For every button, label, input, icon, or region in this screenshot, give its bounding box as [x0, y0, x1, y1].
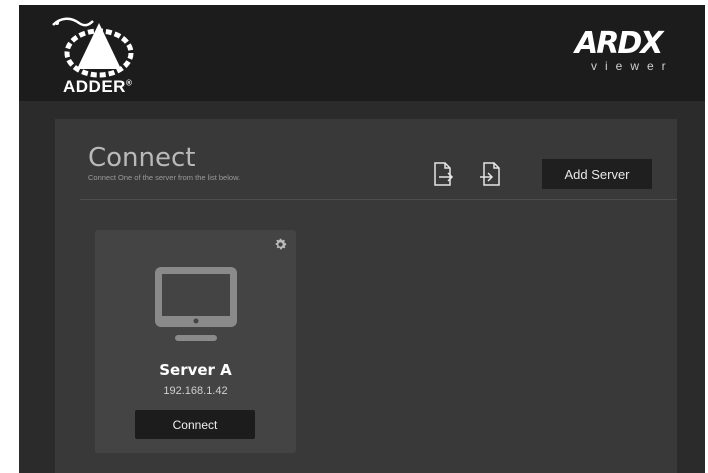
adder-snake-icon: [52, 17, 134, 78]
ardx-wordmark: ARDX: [573, 26, 667, 61]
gear-icon[interactable]: [273, 237, 288, 252]
file-import-icon[interactable]: [479, 161, 501, 187]
app-header: ADDER® ARDX viewer: [19, 5, 705, 101]
server-card[interactable]: Server A 192.168.1.42 Connect: [95, 230, 296, 453]
adder-wordmark: ADDER®: [63, 77, 133, 96]
divider: [80, 199, 677, 200]
page-title: Connect: [88, 143, 196, 173]
window-frame-left: [0, 0, 19, 473]
server-ip: 192.168.1.42: [163, 385, 228, 397]
adder-logo: ADDER®: [49, 11, 149, 96]
connect-button[interactable]: Connect: [135, 410, 255, 439]
file-export-icon[interactable]: [432, 161, 454, 187]
monitor-icon: [153, 265, 239, 345]
connect-panel: Connect Connect One of the server from t…: [55, 119, 677, 473]
svg-text:ARDX: ARDX: [573, 26, 665, 59]
server-name: Server A: [159, 361, 232, 379]
page-subtitle: Connect One of the server from the list …: [88, 173, 241, 182]
viewer-subtitle: viewer: [591, 59, 674, 73]
ardx-viewer-logo: ARDX viewer: [571, 25, 681, 73]
add-server-button[interactable]: Add Server: [542, 159, 652, 189]
